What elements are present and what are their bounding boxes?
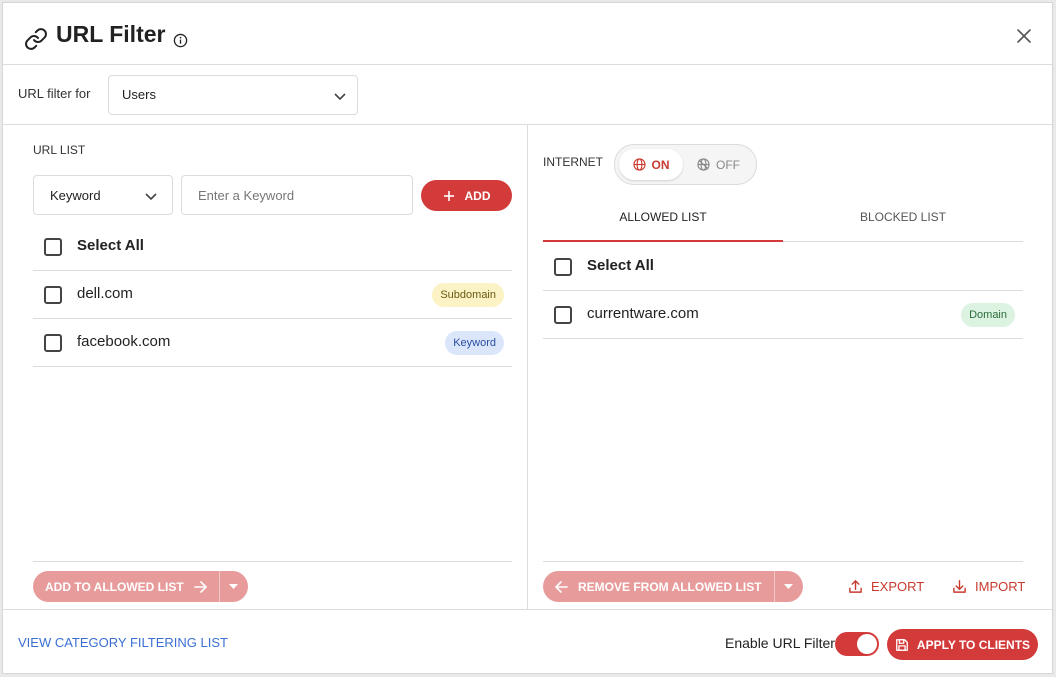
keyword-input[interactable] [181, 175, 413, 215]
entry-type-value: Keyword [50, 188, 101, 203]
remove-from-allowed-label: REMOVE FROM ALLOWED LIST [578, 579, 762, 594]
enable-url-filter-toggle[interactable] [835, 632, 879, 656]
select-all-label: Select All [77, 237, 144, 254]
list-item-text: currentware.com [587, 305, 699, 322]
internet-toggle: ON OFF [614, 144, 757, 185]
type-badge: Keyword [445, 331, 504, 355]
export-icon [849, 580, 862, 593]
filter-row: URL filter for Users [3, 65, 1052, 125]
globe-off-icon [697, 158, 710, 171]
chevron-down-icon [145, 193, 157, 201]
enable-url-filter-label: Enable URL Filter [725, 635, 835, 651]
entry-type-select[interactable]: Keyword [33, 175, 173, 215]
import-button[interactable]: IMPORT [952, 579, 1025, 594]
tab-allowed-list[interactable]: ALLOWED LIST [543, 200, 783, 242]
internet-off-button[interactable]: OFF [697, 149, 749, 180]
dialog-footer: VIEW CATEGORY FILTERING LIST Enable URL … [3, 609, 1052, 675]
item-checkbox[interactable] [44, 286, 62, 304]
toggle-knob [857, 634, 877, 654]
remove-from-allowed-dropdown[interactable] [775, 571, 803, 602]
select-all-row: Select All [33, 223, 512, 271]
select-all-row: Select All [543, 243, 1023, 291]
filter-target-value: Users [122, 87, 156, 102]
allowed-list: Select All currentware.com Domain [543, 243, 1023, 339]
select-all-label: Select All [587, 257, 654, 274]
link-icon [25, 28, 47, 50]
list-item-text: dell.com [77, 285, 133, 302]
export-button[interactable]: EXPORT [848, 579, 924, 594]
import-icon [953, 580, 966, 593]
dialog-title: URL Filter [56, 21, 166, 47]
select-all-checkbox[interactable] [554, 258, 572, 276]
add-button-label: ADD [464, 188, 491, 203]
list-item-text: facebook.com [77, 333, 171, 350]
internet-off-label: OFF [716, 157, 740, 172]
remove-from-allowed-button[interactable]: REMOVE FROM ALLOWED LIST [543, 571, 775, 602]
divider [543, 561, 1023, 562]
list-item: facebook.com Keyword [33, 319, 512, 367]
add-to-allowed-button[interactable]: ADD TO ALLOWED LIST [33, 571, 220, 602]
remove-from-allowed-split-button: REMOVE FROM ALLOWED LIST [543, 571, 803, 602]
filter-target-select[interactable]: Users [108, 75, 358, 115]
internet-label: INTERNET [543, 155, 603, 169]
arrow-right-icon [193, 580, 207, 593]
filter-label: URL filter for [18, 86, 91, 101]
tab-blocked-list[interactable]: BLOCKED LIST [783, 200, 1023, 242]
globe-icon [632, 158, 646, 171]
add-button[interactable]: ADD [421, 180, 512, 211]
list-tabs: ALLOWED LIST BLOCKED LIST [543, 200, 1023, 242]
plus-icon [443, 190, 454, 201]
apply-to-clients-label: APPLY TO CLIENTS [916, 637, 1031, 652]
import-label: IMPORT [975, 579, 1026, 594]
save-icon [896, 638, 908, 651]
add-to-allowed-dropdown[interactable] [220, 571, 248, 602]
internet-on-label: ON [651, 157, 670, 172]
add-to-allowed-label: ADD TO ALLOWED LIST [45, 579, 184, 594]
url-filter-dialog: URL Filter URL filter for Users URL LIST… [2, 2, 1053, 674]
dialog-header: URL Filter [3, 3, 1052, 65]
list-item: dell.com Subdomain [33, 271, 512, 319]
url-list: Select All dell.com Subdomain facebook.c… [33, 223, 512, 367]
allowed-blocked-pane: INTERNET ON OFF ALLOWED LIST BLOCKED LIS… [528, 125, 1054, 609]
caret-down-icon [229, 583, 239, 589]
arrow-left-icon [555, 580, 568, 593]
select-all-checkbox[interactable] [44, 238, 62, 256]
item-checkbox[interactable] [554, 306, 572, 324]
url-list-pane: URL LIST Keyword ADD Select All dell.com… [3, 125, 528, 609]
type-badge: Domain [961, 303, 1015, 327]
export-label: EXPORT [871, 579, 925, 594]
url-list-heading: URL LIST [33, 143, 86, 157]
item-checkbox[interactable] [44, 334, 62, 352]
type-badge: Subdomain [432, 283, 504, 307]
divider [33, 561, 512, 562]
list-item: currentware.com Domain [543, 291, 1023, 339]
apply-to-clients-button[interactable]: APPLY TO CLIENTS [887, 629, 1038, 660]
chevron-down-icon [334, 93, 346, 101]
internet-on-button[interactable]: ON [619, 149, 683, 180]
add-to-allowed-split-button: ADD TO ALLOWED LIST [33, 571, 248, 602]
close-icon[interactable] [1016, 28, 1032, 44]
view-category-filtering-link[interactable]: VIEW CATEGORY FILTERING LIST [18, 635, 228, 650]
caret-down-icon [784, 583, 794, 589]
info-icon[interactable] [173, 33, 188, 48]
